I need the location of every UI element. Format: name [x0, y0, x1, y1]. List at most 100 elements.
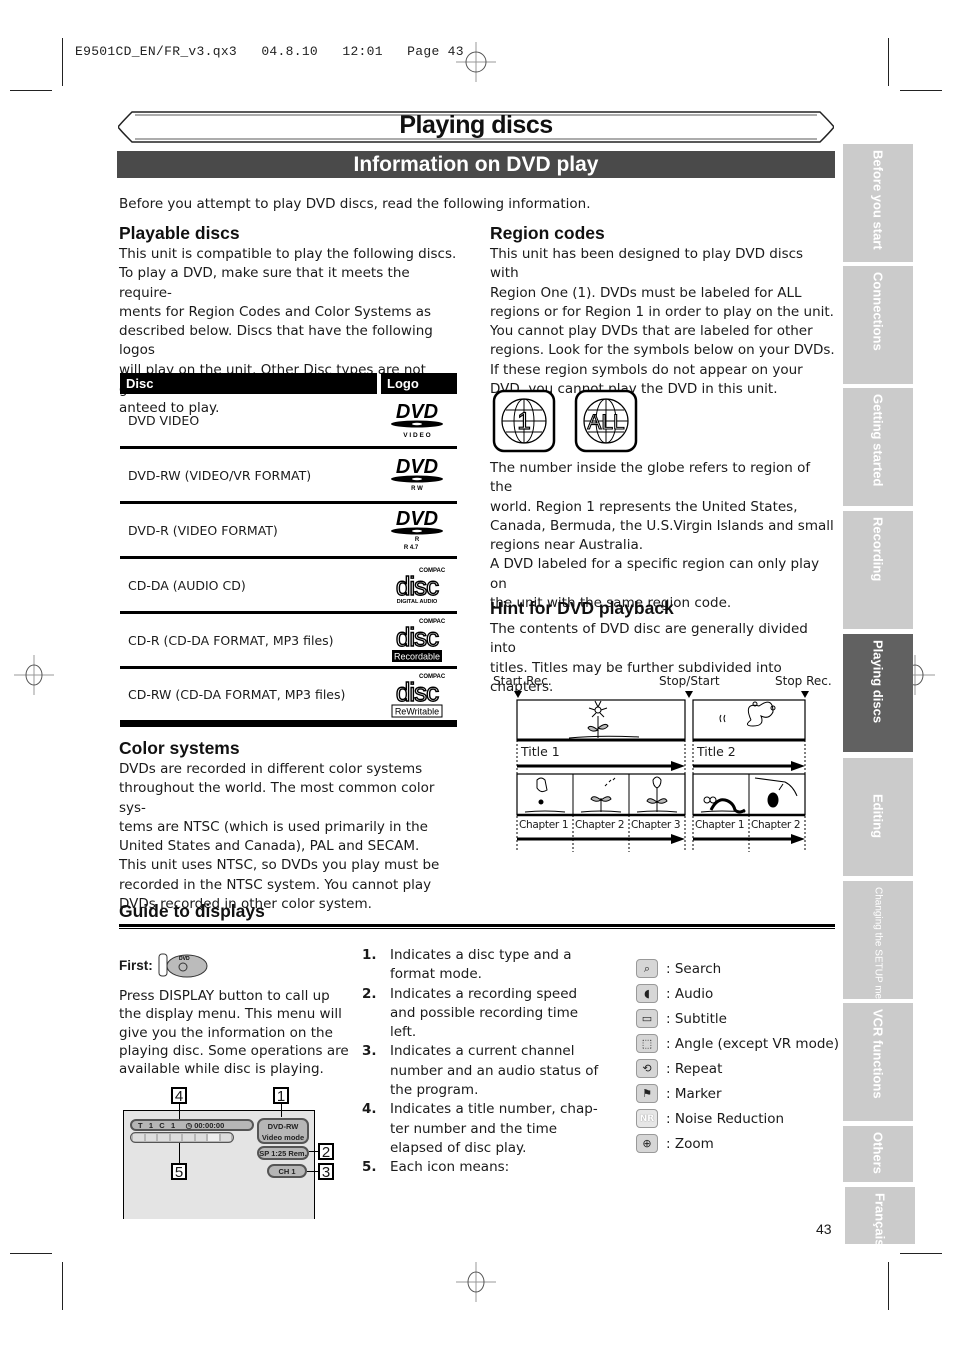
search-icon [133, 1134, 144, 1141]
zoom-icon: ⊕ [636, 1134, 658, 1153]
marker-arrow-icon [514, 691, 522, 698]
channel-box: CH 1 [267, 1164, 307, 1178]
repeat-icon [183, 1134, 194, 1141]
legend-label: : Search [666, 960, 722, 977]
crop-mark [10, 90, 52, 91]
text-line: Canada, Bermuda, the U.S.Virgin Islands … [490, 517, 834, 534]
registration-mark [456, 42, 496, 82]
text-line: ments for Region Codes and Color Systems… [119, 303, 432, 320]
tab-francais[interactable]: Français [845, 1187, 915, 1247]
text-line: Each icon means: [390, 1159, 510, 1176]
callout-2: 2 [318, 1143, 334, 1161]
first-instruction: First: DVD [119, 951, 209, 979]
disc-table: Disc Logo DVD VIDEO DVD V I D E O DVD-RW … [120, 373, 457, 727]
legend-row: ⚑: Marker [636, 1081, 839, 1106]
disc-type-box: DVD-RW Video mode [257, 1118, 309, 1144]
table-row: CD-DA (AUDIO CD) COMPACTdiscDIGITAL AUDI… [120, 559, 457, 614]
crop-mark [900, 1253, 942, 1254]
logo-subtext: R 4.7 [404, 545, 419, 551]
table-row: CD-R (CD-DA FORMAT, MP3 files) COMPACTdi… [120, 614, 457, 669]
legend-row: NR: Noise Reduction [636, 1106, 839, 1131]
text-line: This unit has been designed to play DVD … [490, 246, 804, 282]
column-header-disc: Disc [120, 373, 377, 394]
disc-name: DVD-R (VIDEO FORMAT) [128, 522, 278, 538]
screen-bottom [123, 1218, 313, 1219]
dvd-r-logo: DVD R R 4.7 [377, 508, 457, 552]
text-line: throughout the world. The most common co… [119, 780, 435, 816]
region-codes-section: Region codes This unit has been designed… [490, 223, 835, 399]
tab-recording[interactable]: Recording [843, 511, 913, 629]
region-number: ALL [587, 411, 624, 434]
crop-mark [62, 38, 63, 86]
table-row: DVD VIDEO DVD V I D E O [120, 394, 457, 449]
logo-subtext: V I D E O [403, 432, 430, 439]
region-1-symbol: 1 [492, 389, 556, 453]
text-line: described below. Discs that have the fol… [119, 323, 433, 359]
display-button-icon: DVD [158, 953, 208, 978]
table-row: DVD-R (VIDEO FORMAT) DVD R R 4.7 [120, 504, 457, 559]
text-line: DVDs are recorded in different color sys… [119, 761, 423, 777]
title-chapter-diagram: Start Rec. Stop/Start Stop Rec. Title 1 … [489, 672, 834, 852]
list-item: 1. Indicates a disc type and a format mode… [362, 946, 602, 985]
text-line: available while disc is playing. [119, 1061, 324, 1078]
tab-label: Others [870, 1132, 886, 1174]
disc-name: DVD-RW (VIDEO/VR FORMAT) [128, 467, 312, 483]
region-explanation: The number inside the globe refers to re… [490, 459, 835, 613]
tab-vcr-functions[interactable]: VCR functions [843, 1003, 913, 1121]
legend-label: : Marker [666, 1085, 722, 1102]
tab-label: Recording [870, 517, 886, 582]
playable-discs-heading: Playable discs [119, 223, 240, 243]
title-number: 1 [148, 1121, 154, 1130]
tab-getting-started[interactable]: Getting started [843, 388, 913, 506]
audio-icon: ◖ [636, 984, 658, 1003]
text-line: the program. [390, 1082, 479, 1099]
text-line: regions. Look for the symbols below on y… [490, 342, 835, 359]
chapter-label: Chapter 1 [695, 819, 745, 831]
divider [119, 924, 835, 927]
cd-digital-audio-logo: COMPACTdiscDIGITAL AUDIO [377, 565, 457, 605]
text-line: To play a DVD, make sure that it meets t… [119, 265, 410, 301]
title-label: Title 2 [697, 744, 736, 759]
search-icon: ⌕ [636, 959, 658, 978]
text-line: The number inside the globe refers to re… [490, 460, 811, 496]
first-label: First: [119, 957, 153, 973]
tab-setup-menu[interactable]: Changing the SETUP menu [843, 881, 913, 1010]
tab-playing-discs[interactable]: Playing discs [843, 634, 913, 752]
tab-editing[interactable]: Editing [843, 758, 913, 876]
column-header-logo: Logo [381, 373, 457, 394]
page-title: Playing discs [399, 111, 553, 139]
display-legend-list: 1. Indicates a disc type and a format mode… [362, 946, 602, 1178]
legend-label: : Noise Reduction [666, 1110, 785, 1127]
legend-row: ◖: Audio [636, 981, 839, 1006]
text-line: This unit uses NTSC, so DVDs you play mu… [119, 857, 440, 874]
tab-label: Français [872, 1193, 888, 1247]
text-line: format mode. [390, 966, 482, 983]
svg-text:disc: disc [396, 622, 439, 652]
tab-connections[interactable]: Connections [843, 266, 913, 384]
tab-before-you-start[interactable]: Before you start [843, 144, 913, 262]
chapter-arrow-icon [671, 834, 685, 844]
svg-text:DVD: DVD [396, 508, 438, 530]
dvd-video-logo: DVD V I D E O [377, 400, 457, 440]
chapter-icon: C [159, 1121, 165, 1130]
text-line: If these region symbols do not appear on… [490, 361, 803, 378]
icon-legend: ⌕: Search ◖: Audio ▭: Subtitle ⬚: Angle … [636, 956, 839, 1156]
text-line: recorded in the NTSC system. You cannot … [119, 876, 432, 893]
text-line: number and an audio status of [390, 1062, 599, 1079]
tab-others[interactable]: Others [843, 1126, 913, 1182]
icon-strip [130, 1132, 234, 1143]
text-line: Press DISPLAY button to call up [119, 988, 330, 1004]
guide-heading: Guide to displays [119, 901, 265, 921]
chapter-label: Chapter 1 [519, 819, 569, 831]
format-mode: Video mode [261, 1133, 305, 1142]
elapsed-time: 00:00:00 [194, 1121, 225, 1130]
disc-name: CD-R (CD-DA FORMAT, MP3 files) [128, 632, 334, 648]
cd-recordable-logo: COMPACTdiscRecordable [377, 616, 457, 664]
region-symbols: 1 ALL [492, 389, 638, 453]
list-item: 2. Indicates a recording speed and possibl… [362, 985, 602, 1043]
page-number: 43 [816, 1221, 832, 1237]
text-line: United States and Canada), PAL and SECAM… [119, 838, 420, 855]
tab-label: Getting started [870, 394, 886, 487]
tab-label: Changing the SETUP menu [872, 887, 884, 1011]
color-systems-heading: Color systems [119, 738, 240, 758]
